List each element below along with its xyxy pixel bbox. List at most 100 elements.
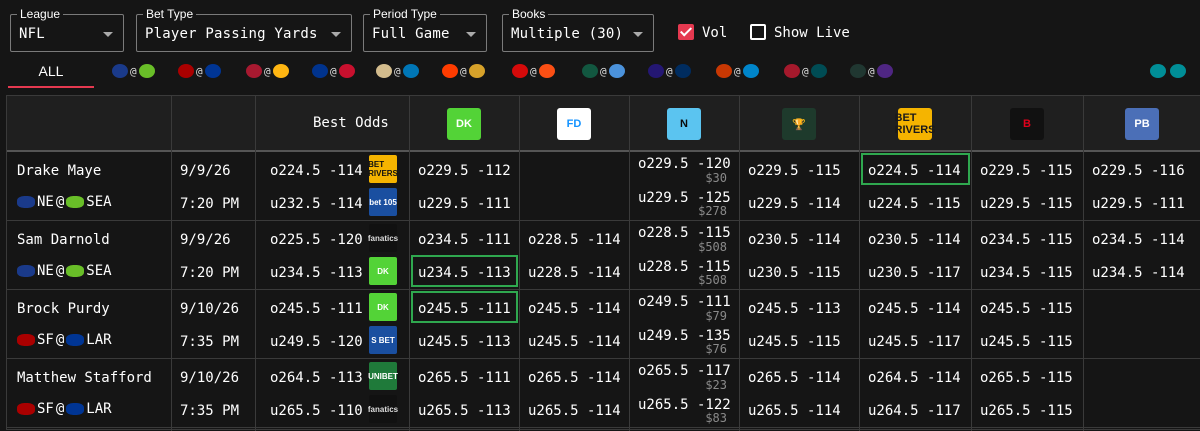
team-logo-icon <box>138 64 155 78</box>
over-odds[interactable]: o230.5 -114 <box>868 232 961 248</box>
team-logo-icon <box>876 64 893 78</box>
under-odds[interactable]: u229.5 -111 <box>1092 196 1185 212</box>
show-live-checkbox[interactable] <box>750 24 766 40</box>
under-odds[interactable]: u265.5 -113 <box>418 403 511 419</box>
tab-game-10[interactable]: @ <box>784 63 827 79</box>
over-odds[interactable]: o245.5 -114 <box>868 301 961 317</box>
over-odds[interactable]: o230.5 -114 <box>748 232 841 248</box>
under-odds[interactable]: u245.5 -115 <box>748 334 841 350</box>
away-team: NE <box>37 263 54 279</box>
player-name[interactable]: Brock Purdy <box>17 301 110 317</box>
book-logo-betrivers[interactable]: BET RIVERS <box>895 108 936 140</box>
player-name[interactable]: Drake Maye <box>17 163 101 179</box>
team-logo-icon <box>112 64 128 78</box>
best-over-odds[interactable]: o224.5 -114 <box>270 163 363 179</box>
best-under-odds[interactable]: u232.5 -114 <box>270 196 363 212</box>
best-over-odds[interactable]: o245.5 -111 <box>270 301 363 317</box>
tab-all[interactable]: ALL <box>8 56 94 88</box>
over-odds[interactable]: o265.5 -114 <box>748 370 841 386</box>
under-odds[interactable]: u265.5 -114 <box>748 403 841 419</box>
tab-game-12[interactable] <box>1150 63 1186 79</box>
under-odds[interactable]: u265.5 -114 <box>528 403 621 419</box>
tab-game-5[interactable]: @ <box>442 63 485 79</box>
over-odds[interactable]: o264.5 -114 <box>868 370 961 386</box>
best-under-odds[interactable]: u265.5 -110 <box>270 403 363 419</box>
tab-game-8[interactable]: @ <box>648 63 691 79</box>
over-odds[interactable]: o228.5 -115 <box>638 225 731 241</box>
team-logo-icon <box>402 64 419 78</box>
under-odds[interactable]: u229.5 -111 <box>418 196 511 212</box>
over-odds[interactable]: o229.5 -115 <box>748 163 841 179</box>
league-label: League <box>17 7 64 21</box>
tab-game-11[interactable]: @ <box>850 63 893 79</box>
over-odds[interactable]: o265.5 -117 <box>638 363 731 379</box>
best-under-odds[interactable]: u234.5 -113 <box>270 265 363 281</box>
best-under-book-logo: bet 105 <box>369 188 397 216</box>
over-odds[interactable]: o245.5 -115 <box>980 301 1073 317</box>
under-odds[interactable]: u265.5 -115 <box>980 403 1073 419</box>
over-odds[interactable]: o265.5 -114 <box>528 370 621 386</box>
tab-game-0[interactable]: @ <box>112 63 155 79</box>
book-logo-circa[interactable]: 🏆 <box>782 108 816 140</box>
under-odds[interactable]: u264.5 -117 <box>868 403 961 419</box>
team-logo-icon <box>810 64 827 78</box>
over-odds[interactable]: o234.5 -111 <box>418 232 511 248</box>
under-odds[interactable]: u229.5 -115 <box>980 196 1073 212</box>
period-type-select[interactable]: Period Type Full Game <box>363 7 487 52</box>
over-odds[interactable]: o249.5 -111 <box>638 294 731 310</box>
under-odds[interactable]: u224.5 -115 <box>868 196 961 212</box>
over-odds[interactable]: o265.5 -111 <box>418 370 511 386</box>
book-logo-draftkings[interactable]: DK <box>447 108 481 140</box>
over-odds[interactable]: o228.5 -114 <box>528 232 621 248</box>
under-odds[interactable]: u230.5 -115 <box>748 265 841 281</box>
under-odds[interactable]: u245.5 -113 <box>418 334 511 350</box>
tab-game-4[interactable]: @ <box>376 63 419 79</box>
over-odds[interactable]: o229.5 -112 <box>418 163 511 179</box>
over-odds[interactable]: o234.5 -115 <box>980 232 1073 248</box>
tab-game-6[interactable]: @ <box>512 63 555 79</box>
league-value: NFL <box>19 26 45 42</box>
under-odds[interactable]: u228.5 -114 <box>528 265 621 281</box>
books-select[interactable]: Books Multiple (30) <box>502 7 654 52</box>
under-odds[interactable]: u230.5 -117 <box>868 265 961 281</box>
under-odds[interactable]: u245.5 -114 <box>528 334 621 350</box>
under-odds[interactable]: u234.5 -114 <box>1092 265 1185 281</box>
best-over-odds[interactable]: o264.5 -113 <box>270 370 363 386</box>
best-under-odds[interactable]: u249.5 -120 <box>270 334 363 350</box>
bet-type-select[interactable]: Bet Type Player Passing Yards <box>136 7 352 52</box>
tab-separator: @ <box>460 64 467 78</box>
team-logo-icon <box>1170 64 1186 78</box>
tab-game-9[interactable]: @ <box>716 63 759 79</box>
tab-game-7[interactable]: @ <box>582 63 625 79</box>
book-logo-props-builder[interactable]: PB <box>1125 108 1159 140</box>
over-odds[interactable]: o229.5 -116 <box>1092 163 1185 179</box>
over-odds[interactable]: o229.5 -120 <box>638 156 731 172</box>
under-odds[interactable]: u234.5 -115 <box>980 265 1073 281</box>
book-logo-bovada[interactable]: B <box>1010 108 1044 140</box>
team-logo-icon <box>512 64 528 78</box>
game-time: 7:20 PM <box>180 196 240 212</box>
under-odds[interactable]: u245.5 -117 <box>868 334 961 350</box>
league-select[interactable]: League NFL <box>10 7 124 52</box>
vol-checkbox[interactable] <box>678 24 694 40</box>
game-date: 9/10/26 <box>180 301 240 317</box>
best-over-odds[interactable]: o225.5 -120 <box>270 232 363 248</box>
over-odds[interactable]: o245.5 -113 <box>748 301 841 317</box>
at-separator: @ <box>55 263 65 279</box>
under-volume: $83 <box>705 411 727 425</box>
over-odds[interactable]: o245.5 -114 <box>528 301 621 317</box>
player-name[interactable]: Sam Darnold <box>17 232 110 248</box>
player-name[interactable]: Matthew Stafford <box>17 370 152 386</box>
best-over-book-logo: fanatics <box>368 224 398 252</box>
over-odds[interactable]: o229.5 -115 <box>980 163 1073 179</box>
under-odds[interactable]: u229.5 -114 <box>748 196 841 212</box>
book-logo-fanduel[interactable]: FD <box>557 108 591 140</box>
over-odds[interactable]: o234.5 -114 <box>1092 232 1185 248</box>
over-odds[interactable]: o265.5 -115 <box>980 370 1073 386</box>
tab-separator: @ <box>264 64 271 78</box>
tab-game-1[interactable]: @ <box>178 63 221 79</box>
under-odds[interactable]: u245.5 -115 <box>980 334 1073 350</box>
book-logo-novig[interactable]: N <box>667 108 701 140</box>
tab-game-2[interactable]: @ <box>246 63 289 79</box>
tab-game-3[interactable]: @ <box>312 63 355 79</box>
